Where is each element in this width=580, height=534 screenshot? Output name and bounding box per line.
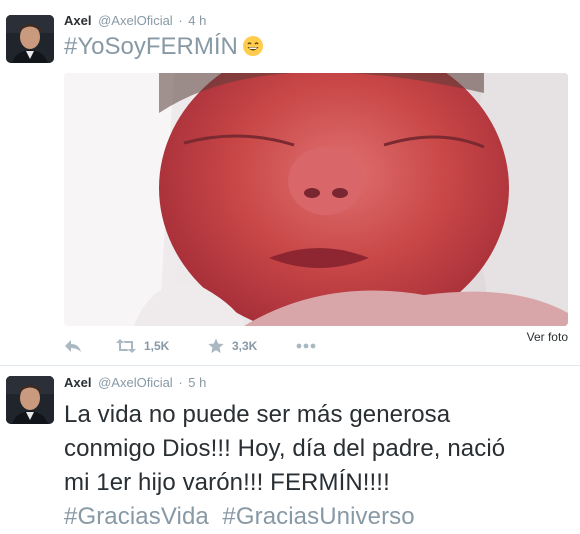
timestamp[interactable]: 5 h	[188, 375, 206, 390]
tweet-text-line: conmigo Dios!!! Hoy, día del padre, naci…	[64, 435, 506, 462]
timestamp[interactable]: 4 h	[188, 13, 206, 28]
tweet-text: #YoSoyFERMÍN	[64, 32, 264, 62]
more-icon	[296, 343, 316, 349]
user-handle[interactable]: @AxelOficial	[98, 13, 173, 28]
hashtag-link[interactable]: #GraciasUniverso	[222, 503, 414, 530]
avatar[interactable]	[6, 15, 54, 63]
reply-button[interactable]	[64, 336, 82, 356]
view-photo-link[interactable]: Ver foto	[527, 330, 568, 344]
tweet-photo[interactable]	[64, 73, 568, 326]
hashtag-link[interactable]: #YoSoyFERMÍN	[64, 33, 238, 60]
favorite-button[interactable]: 3,3K	[208, 336, 257, 356]
retweet-icon	[116, 339, 136, 353]
hashtag-link[interactable]: #GraciasVida	[64, 503, 209, 530]
tweet-text: La vida no puede ser más generosa conmig…	[64, 398, 564, 534]
separator-dot: ·	[178, 375, 183, 390]
user-handle[interactable]: @AxelOficial	[98, 375, 173, 390]
star-icon	[208, 338, 224, 354]
tweet-item[interactable]: Axel @AxelOficial · 5 h La vida no puede…	[0, 366, 580, 533]
display-name[interactable]: Axel	[64, 375, 91, 390]
reply-icon	[64, 339, 82, 353]
favorite-count: 3,3K	[232, 339, 258, 353]
tweet-header: Axel @AxelOficial · 4 h	[64, 13, 206, 29]
more-button[interactable]	[296, 336, 316, 356]
tweet-header: Axel @AxelOficial · 5 h	[64, 375, 206, 391]
retweet-button[interactable]: 1,5K	[116, 336, 169, 356]
avatar[interactable]	[6, 376, 54, 424]
display-name[interactable]: Axel	[64, 13, 91, 28]
tweet-hashtags: #GraciasVida #GraciasUniverso	[64, 500, 564, 534]
tweet-item[interactable]: Axel @AxelOficial · 4 h #YoSoyFERMÍN Ver…	[0, 0, 580, 366]
grinning-face-icon	[242, 35, 264, 57]
tweet-text-line: La vida no puede ser más generosa	[64, 401, 451, 428]
tweet-text-line: mi 1er hijo varón!!! FERMÍN!!!!	[64, 469, 390, 496]
separator-dot: ·	[178, 13, 183, 28]
retweet-count: 1,5K	[144, 339, 170, 353]
